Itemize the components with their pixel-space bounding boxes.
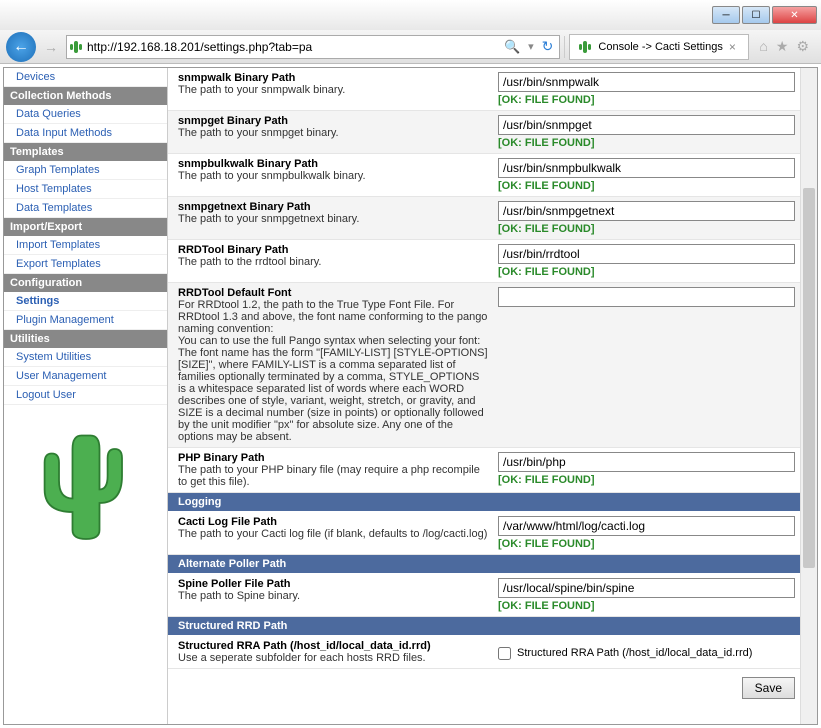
setting-input-cell: [OK: FILE FOUND] [498, 72, 795, 106]
setting-row: PHP Binary PathThe path to your PHP bina… [168, 448, 805, 493]
status-ok-message: [OK: FILE FOUND] [498, 474, 795, 486]
setting-label: PHP Binary PathThe path to your PHP bina… [178, 452, 498, 488]
sidebar-item-data-queries[interactable]: Data Queries [4, 105, 167, 124]
status-ok-message: [OK: FILE FOUND] [498, 223, 795, 235]
section-header: Logging [168, 493, 805, 512]
sidebar: DevicesCollection MethodsData QueriesDat… [4, 68, 168, 724]
setting-input-cell: [OK: FILE FOUND] [498, 516, 795, 550]
sidebar-header: Collection Methods [4, 87, 167, 105]
window-maximize-button[interactable]: ☐ [742, 6, 770, 24]
setting-text-input[interactable] [498, 201, 795, 221]
setting-label: RRDTool Binary PathThe path to the rrdto… [178, 244, 498, 278]
setting-text-input[interactable] [498, 452, 795, 472]
section-header: Alternate Poller Path [168, 555, 805, 574]
status-ok-message: [OK: FILE FOUND] [498, 538, 795, 550]
setting-label: snmpwalk Binary PathThe path to your snm… [178, 72, 498, 106]
toolbar-divider [564, 36, 565, 58]
address-bar: 🔍 ▾ ↻ [66, 35, 560, 59]
setting-input-cell: Structured RRA Path (/host_id/local_data… [498, 640, 795, 664]
setting-text-input[interactable] [498, 516, 795, 536]
setting-row: snmpget Binary PathThe path to your snmp… [168, 111, 805, 154]
tools-icon[interactable]: ⚙ [796, 38, 809, 55]
setting-row: snmpwalk Binary PathThe path to your snm… [168, 68, 805, 111]
site-favicon-icon [69, 39, 83, 55]
setting-input-cell: [OK: FILE FOUND] [498, 244, 795, 278]
sidebar-item-plugin-management[interactable]: Plugin Management [4, 311, 167, 330]
setting-label: snmpget Binary PathThe path to your snmp… [178, 115, 498, 149]
section-header: Structured RRD Path [168, 617, 805, 636]
setting-text-input[interactable] [498, 158, 795, 178]
browser-tab[interactable]: Console -> Cacti Settings × [569, 34, 749, 60]
tab-favicon-icon [578, 39, 592, 55]
browser-toolbar: ← → 🔍 ▾ ↻ Console -> Cacti Settings × ⌂ … [0, 30, 821, 64]
setting-input-cell [498, 287, 795, 443]
window-titlebar: ─ ☐ ✕ [0, 0, 821, 30]
toolbar-icons: ⌂ ★ ⚙ [753, 38, 815, 55]
sidebar-item-host-templates[interactable]: Host Templates [4, 180, 167, 199]
sidebar-item-data-templates[interactable]: Data Templates [4, 199, 167, 218]
sidebar-item-user-management[interactable]: User Management [4, 367, 167, 386]
setting-label: Structured RRA Path (/host_id/local_data… [178, 640, 498, 664]
setting-row: RRDTool Binary PathThe path to the rrdto… [168, 240, 805, 283]
sidebar-header: Templates [4, 143, 167, 161]
setting-input-cell: [OK: FILE FOUND] [498, 578, 795, 612]
cactus-logo-icon [41, 425, 131, 545]
setting-label: Spine Poller File PathThe path to Spine … [178, 578, 498, 612]
setting-input-cell: [OK: FILE FOUND] [498, 115, 795, 149]
sidebar-header: Import/Export [4, 218, 167, 236]
sidebar-item-logout-user[interactable]: Logout User [4, 386, 167, 405]
setting-row: RRDTool Default FontFor RRDtool 1.2, the… [168, 283, 805, 448]
setting-row: Spine Poller File PathThe path to Spine … [168, 574, 805, 617]
search-icon[interactable]: 🔍 [500, 39, 524, 55]
setting-label: snmpgetnext Binary PathThe path to your … [178, 201, 498, 235]
setting-label: RRDTool Default FontFor RRDtool 1.2, the… [178, 287, 498, 443]
sidebar-item-devices[interactable]: Devices [4, 68, 167, 87]
setting-input-cell: [OK: FILE FOUND] [498, 158, 795, 192]
vertical-scrollbar[interactable] [800, 68, 817, 724]
status-ok-message: [OK: FILE FOUND] [498, 180, 795, 192]
window-minimize-button[interactable]: ─ [712, 6, 740, 24]
favorites-icon[interactable]: ★ [776, 38, 789, 55]
setting-text-input[interactable] [498, 72, 795, 92]
setting-text-input[interactable] [498, 287, 795, 307]
setting-row: snmpgetnext Binary PathThe path to your … [168, 197, 805, 240]
sidebar-item-export-templates[interactable]: Export Templates [4, 255, 167, 274]
setting-text-input[interactable] [498, 578, 795, 598]
sidebar-header: Configuration [4, 274, 167, 292]
setting-label: snmpbulkwalk Binary PathThe path to your… [178, 158, 498, 192]
setting-row: Cacti Log File PathThe path to your Cact… [168, 512, 805, 555]
status-ok-message: [OK: FILE FOUND] [498, 600, 795, 612]
url-input[interactable] [87, 40, 496, 54]
main-content: snmpwalk Binary PathThe path to your snm… [168, 68, 817, 724]
setting-label: Cacti Log File PathThe path to your Cact… [178, 516, 498, 550]
tab-title: Console -> Cacti Settings [598, 41, 722, 53]
window-close-button[interactable]: ✕ [772, 6, 817, 24]
save-row: Save [168, 669, 805, 707]
setting-input-cell: [OK: FILE FOUND] [498, 201, 795, 235]
status-ok-message: [OK: FILE FOUND] [498, 137, 795, 149]
checkbox-label: Structured RRA Path (/host_id/local_data… [517, 647, 752, 659]
sidebar-item-settings[interactable]: Settings [4, 292, 167, 311]
forward-button[interactable]: → [40, 36, 62, 58]
scrollbar-thumb[interactable] [803, 188, 815, 568]
refresh-icon[interactable]: ↻ [538, 38, 558, 55]
setting-row: snmpbulkwalk Binary PathThe path to your… [168, 154, 805, 197]
save-button[interactable]: Save [742, 677, 795, 699]
dropdown-icon[interactable]: ▾ [528, 40, 534, 53]
sidebar-item-data-input-methods[interactable]: Data Input Methods [4, 124, 167, 143]
setting-text-input[interactable] [498, 115, 795, 135]
sidebar-header: Utilities [4, 330, 167, 348]
setting-input-cell: [OK: FILE FOUND] [498, 452, 795, 488]
sidebar-item-import-templates[interactable]: Import Templates [4, 236, 167, 255]
status-ok-message: [OK: FILE FOUND] [498, 266, 795, 278]
home-icon[interactable]: ⌂ [759, 38, 767, 55]
status-ok-message: [OK: FILE FOUND] [498, 94, 795, 106]
setting-row: Structured RRA Path (/host_id/local_data… [168, 636, 805, 669]
structured-rra-checkbox[interactable] [498, 647, 511, 660]
back-button[interactable]: ← [6, 32, 36, 62]
sidebar-item-system-utilities[interactable]: System Utilities [4, 348, 167, 367]
sidebar-item-graph-templates[interactable]: Graph Templates [4, 161, 167, 180]
tab-close-icon[interactable]: × [729, 40, 736, 54]
setting-text-input[interactable] [498, 244, 795, 264]
